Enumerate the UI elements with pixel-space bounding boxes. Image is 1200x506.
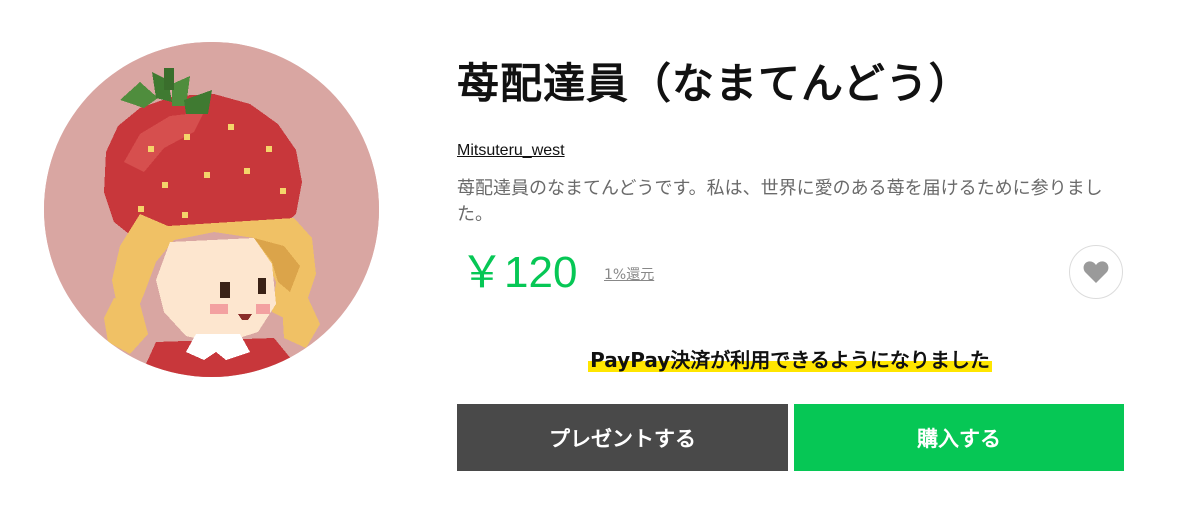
points-return-link[interactable]: 1%還元 bbox=[604, 264, 654, 284]
favorite-button[interactable] bbox=[1069, 245, 1123, 299]
heart-icon bbox=[1083, 261, 1109, 283]
author-link[interactable]: Mitsuteru_west bbox=[457, 142, 565, 160]
strawberry-girl-image bbox=[44, 42, 379, 377]
present-button[interactable]: プレゼントする bbox=[457, 404, 788, 471]
sticker-title: 苺配達員（なまてんどう） bbox=[457, 59, 972, 108]
buy-button[interactable]: 購入する bbox=[794, 404, 1124, 471]
sticker-description: 苺配達員のなまてんどうです。私は、世界に愛のある苺を届けるために参りました。 bbox=[457, 178, 1103, 225]
paypay-notice-text: PayPay決済が利用できるようになりました bbox=[588, 348, 992, 372]
price-label: ￥120 bbox=[460, 248, 578, 297]
sticker-thumbnail bbox=[44, 42, 379, 377]
